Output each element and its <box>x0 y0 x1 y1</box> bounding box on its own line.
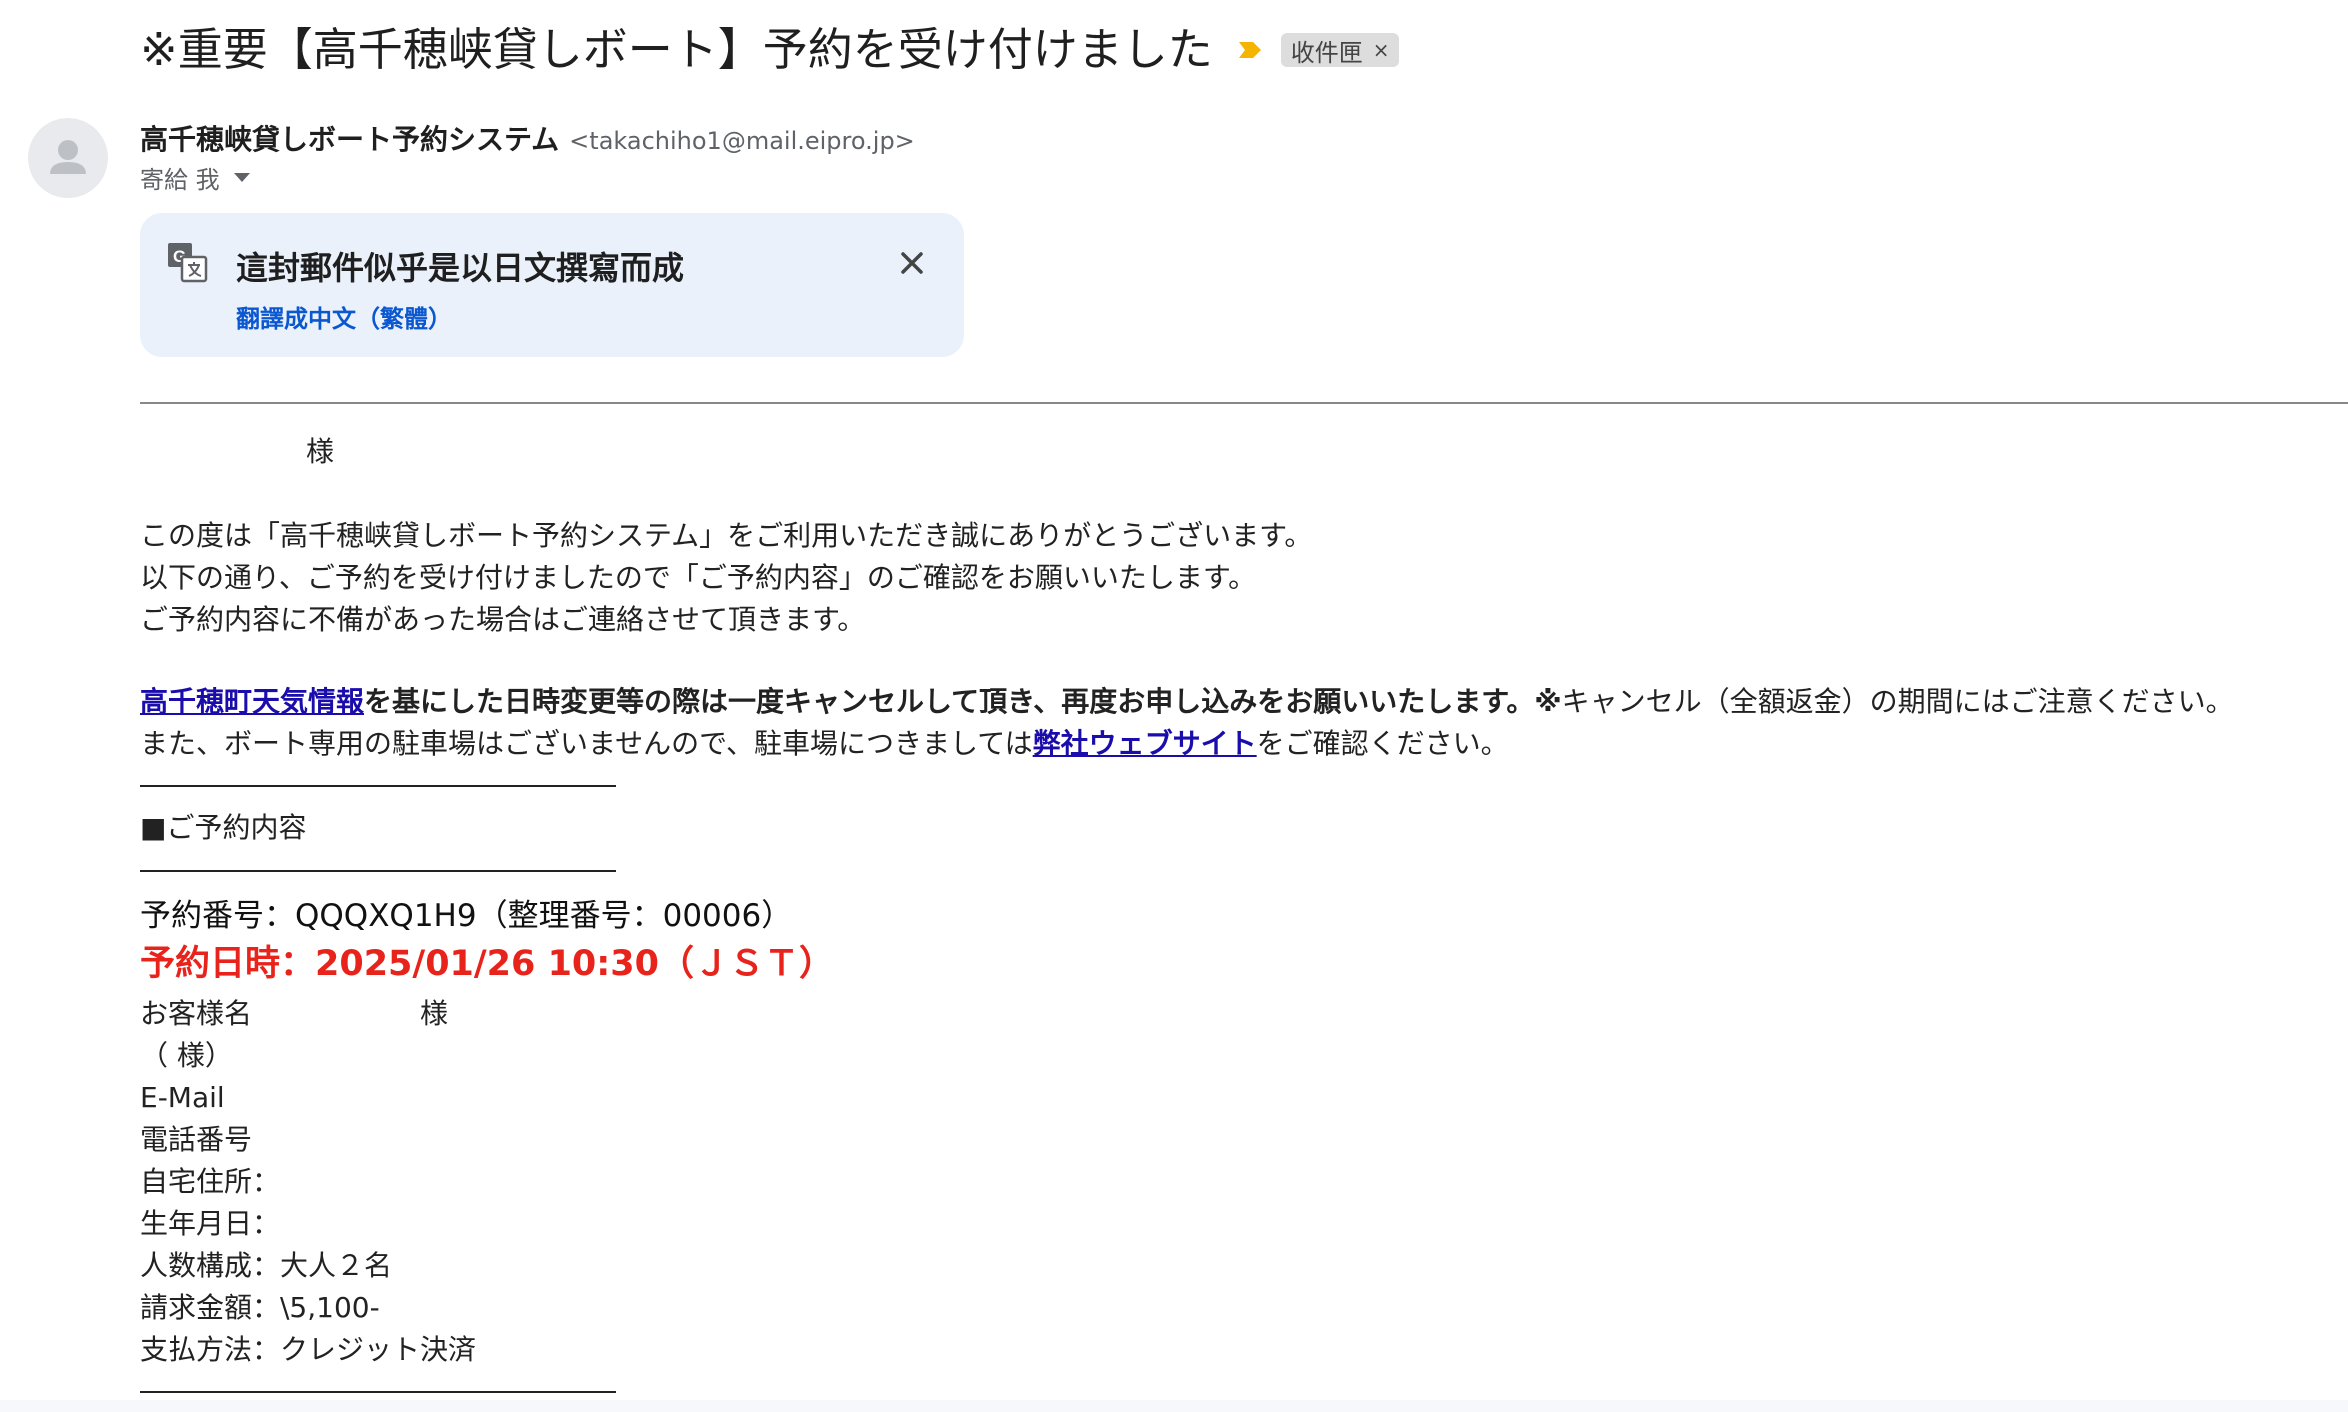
intro-line-1: この度は「高千穂峡貸しボート予約システム」をご利用いただき誠にありがとうございま… <box>140 519 1313 552</box>
billing-amount: 請求金額：\5,100- <box>140 1291 380 1324</box>
reservation-number: 予約番号：QQQXQ1H9（整理番号：00006） <box>140 898 793 934</box>
parking-notice-pre: また、ボート専用の駐車場はございませんので、駐車場につきましては <box>140 727 1033 760</box>
important-marker-icon[interactable] <box>1235 35 1265 65</box>
subject-row: ※重要【高千穂峡貸しボート】予約を受け付けました 收件匣 × <box>140 18 1400 82</box>
phone-label: 電話番号 <box>140 1123 253 1156</box>
customer-kana: （ 様） <box>140 1039 233 1072</box>
reservation-datetime: 予約日時：2025/01/26 10:30（ＪＳＴ） <box>140 944 834 984</box>
translate-banner: G 這封郵件似乎是以日文撰寫而成 翻譯成中文（繁體） <box>140 213 964 357</box>
body-divider <box>140 402 2348 404</box>
birthdate-label: 生年月日： <box>140 1207 281 1240</box>
caret-down-icon[interactable] <box>233 173 250 182</box>
translate-icon: G <box>168 243 208 283</box>
separator-line <box>140 1391 616 1393</box>
sender-email: <takachiho1@mail.eipro.jp> <box>569 127 915 155</box>
payment-method: 支払方法：クレジット決済 <box>140 1333 477 1366</box>
recipient-text: 寄給 我 <box>140 166 220 194</box>
weather-notice-rest: キャンセル（全額返金）の期間にはご注意ください。 <box>1561 685 2234 718</box>
customer-name-row: お客様名 様 <box>140 994 448 1034</box>
intro-line-3: ご予約内容に不備があった場合はご連絡させて頂きます。 <box>140 603 866 636</box>
customer-name-label: お客様名 <box>140 997 253 1030</box>
inbox-label-chip[interactable]: 收件匣 × <box>1280 33 1400 67</box>
weather-info-link[interactable]: 高千穂町天気情報 <box>140 685 364 718</box>
avatar[interactable] <box>28 118 108 198</box>
separator-line <box>140 870 616 872</box>
customer-name-suffix: 様 <box>420 997 449 1030</box>
party-composition: 人数構成：大人２名 <box>140 1249 393 1282</box>
sender-name[interactable]: 高千穂峡貸しボート予約システム <box>140 118 559 158</box>
company-website-link[interactable]: 弊社ウェブサイト <box>1033 727 1257 760</box>
separator-line <box>140 785 616 787</box>
section-title: ■ご予約内容 <box>140 811 307 844</box>
label-close-icon[interactable]: × <box>1373 38 1390 62</box>
close-icon[interactable] <box>896 247 928 279</box>
footer-strip <box>0 1400 2348 1412</box>
label-text: 收件匣 <box>1290 38 1363 67</box>
salutation: 様 <box>306 435 335 468</box>
weather-notice: 高千穂町天気情報を基にした日時変更等の際は一度キャンセルして頂き、再度お申し込み… <box>140 682 2234 722</box>
recipient-row[interactable]: 寄給 我 <box>140 160 250 195</box>
avatar-person-icon <box>50 140 86 174</box>
translate-link[interactable]: 翻譯成中文（繁體） <box>236 299 452 334</box>
address-label: 自宅住所： <box>140 1165 281 1198</box>
translate-title: 這封郵件似乎是以日文撰寫而成 <box>236 249 685 287</box>
sender-row: 高千穂峡貸しボート予約システム <takachiho1@mail.eipro.j… <box>140 118 915 158</box>
email-subject: ※重要【高千穂峡貸しボート】予約を受け付けました <box>140 23 1213 76</box>
parking-notice-post: をご確認ください。 <box>1256 727 1509 760</box>
weather-notice-bold: を基にした日時変更等の際は一度キャンセルして頂き、再度お申し込みをお願いいたしま… <box>364 685 1562 718</box>
parking-notice: また、ボート専用の駐車場はございませんので、駐車場につきましては弊社ウェブサイト… <box>140 724 1509 764</box>
intro-line-2: 以下の通り、ご予約を受け付けましたので「ご予約内容」のご確認をお願いいたします。 <box>140 561 1257 594</box>
email-label: E-Mail <box>140 1081 225 1114</box>
